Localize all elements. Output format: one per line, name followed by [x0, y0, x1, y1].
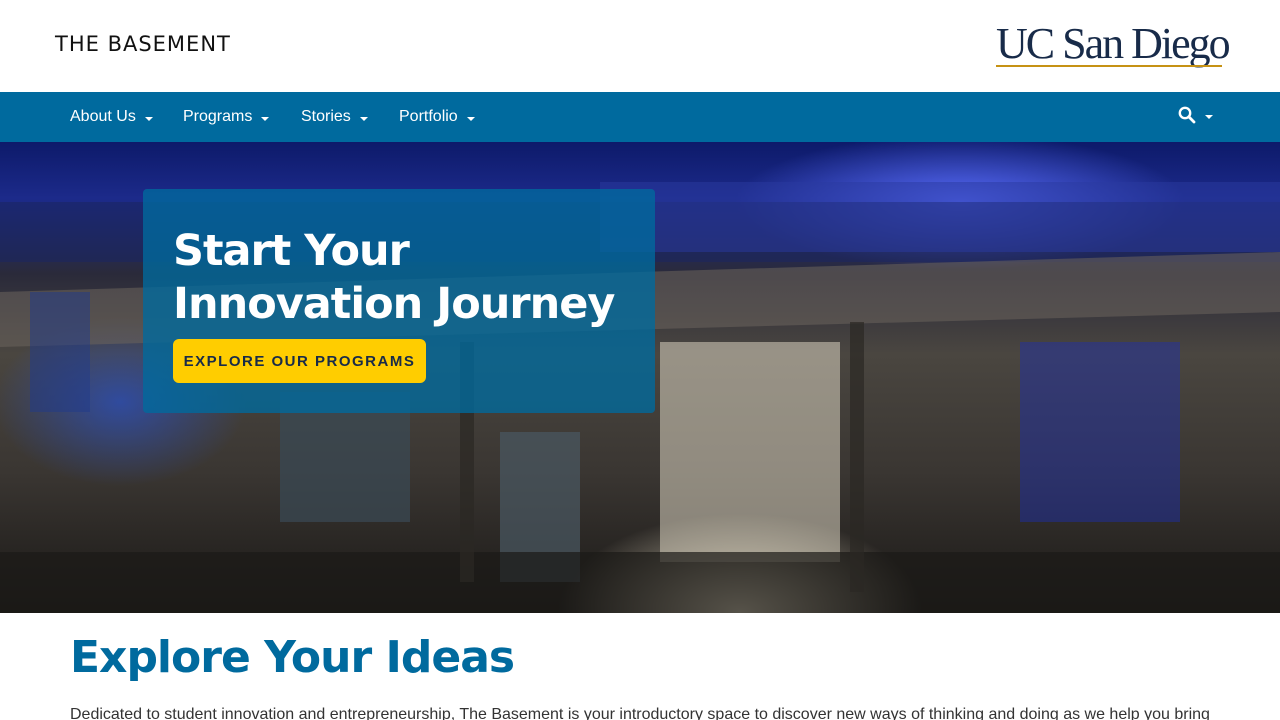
- nav-item-label: Programs: [183, 108, 253, 125]
- caret-down-icon: [1205, 114, 1213, 119]
- caret-down-icon: [359, 116, 368, 121]
- logo-text: UC San Diego: [996, 19, 1231, 68]
- nav-item-label: Portfolio: [399, 108, 458, 125]
- site-title[interactable]: THE BASEMENT: [55, 32, 231, 56]
- site-header: THE BASEMENT UC San Diego: [0, 0, 1280, 92]
- section-heading: Explore Your Ideas: [70, 632, 515, 683]
- caret-down-icon: [466, 116, 475, 121]
- hero-banner: Start Your Innovation Journey Here EXPLO…: [0, 142, 1280, 613]
- caret-down-icon: [144, 116, 153, 121]
- nav-item-about-us[interactable]: About Us: [70, 92, 153, 142]
- caret-down-icon: [261, 116, 270, 121]
- section-intro-text: Dedicated to student innovation and entr…: [70, 706, 1210, 720]
- ucsd-logo[interactable]: UC San Diego: [996, 20, 1231, 70]
- nav-item-programs[interactable]: Programs: [183, 92, 270, 142]
- nav-item-label: Stories: [301, 108, 351, 125]
- nav-item-label: About Us: [70, 108, 136, 125]
- search-toggle[interactable]: [1178, 92, 1213, 138]
- nav-item-portfolio[interactable]: Portfolio: [399, 92, 475, 142]
- search-icon: [1178, 106, 1196, 124]
- main-navbar: About Us Programs Stories Portfolio: [0, 92, 1280, 142]
- logo-underline: [996, 65, 1222, 67]
- nav-item-stories[interactable]: Stories: [301, 92, 368, 142]
- hero-callout: Start Your Innovation Journey Here EXPLO…: [143, 189, 655, 413]
- explore-programs-button[interactable]: EXPLORE OUR PROGRAMS: [173, 339, 426, 383]
